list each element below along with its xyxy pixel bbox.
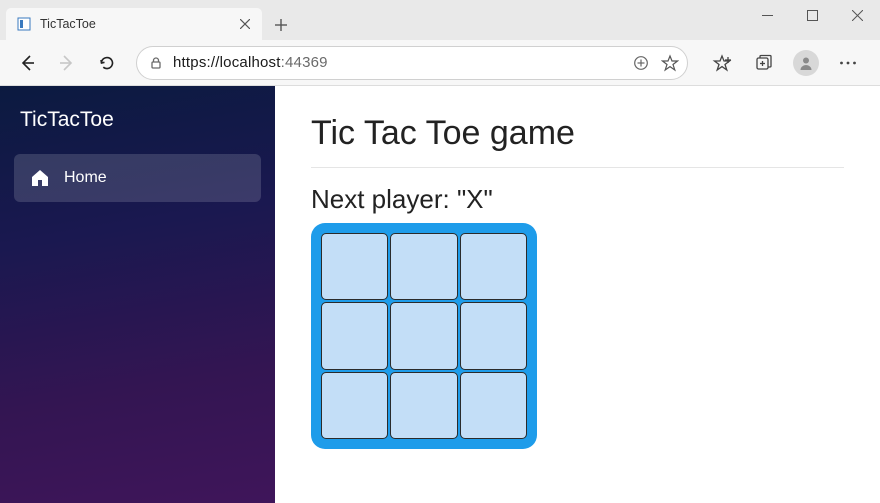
game-board (311, 223, 537, 449)
board-cell-6[interactable] (321, 372, 388, 439)
url-text: https://localhost:44369 (173, 54, 623, 71)
sidebar-item-label: Home (64, 169, 107, 187)
favorite-star-icon[interactable] (661, 54, 679, 72)
window-controls (745, 0, 880, 30)
board-cell-1[interactable] (390, 233, 457, 300)
tab-title: TicTacToe (40, 17, 230, 31)
game-status: Next player: "X" (311, 184, 844, 215)
page-heading: Tic Tac Toe game (311, 114, 844, 153)
board-cell-3[interactable] (321, 302, 388, 369)
board-cell-7[interactable] (390, 372, 457, 439)
favorites-button[interactable] (702, 45, 742, 81)
url-port: :44369 (281, 54, 328, 71)
tab-favicon (16, 16, 32, 32)
board-cell-4[interactable] (390, 302, 457, 369)
zoom-indicator-icon[interactable] (633, 55, 649, 71)
board-cell-2[interactable] (460, 233, 527, 300)
more-menu-button[interactable] (828, 45, 868, 81)
forward-button[interactable] (48, 45, 86, 81)
collections-button[interactable] (744, 45, 784, 81)
window-maximize-button[interactable] (790, 0, 835, 30)
browser-chrome: TicTacToe https://localhost:44369 (0, 0, 880, 86)
brand-title[interactable]: TicTacToe (14, 104, 261, 154)
divider (311, 167, 844, 168)
main-content: Tic Tac Toe game Next player: "X" (275, 86, 880, 503)
refresh-button[interactable] (88, 45, 126, 81)
lock-icon (149, 56, 163, 70)
window-close-button[interactable] (835, 0, 880, 30)
sidebar: TicTacToe Home (0, 86, 275, 503)
url-host: https://localhost (173, 54, 281, 71)
new-tab-button[interactable] (266, 10, 296, 40)
avatar-icon (793, 50, 819, 76)
tab-close-button[interactable] (238, 17, 252, 31)
board-cell-0[interactable] (321, 233, 388, 300)
toolbar-right (698, 45, 872, 81)
sidebar-item-home[interactable]: Home (14, 154, 261, 202)
address-bar[interactable]: https://localhost:44369 (136, 46, 688, 80)
board-cell-5[interactable] (460, 302, 527, 369)
browser-toolbar: https://localhost:44369 (0, 40, 880, 86)
page: TicTacToe Home Tic Tac Toe game Next pla… (0, 86, 880, 503)
board-cell-8[interactable] (460, 372, 527, 439)
browser-tab[interactable]: TicTacToe (6, 8, 262, 40)
profile-button[interactable] (786, 45, 826, 81)
home-icon (30, 169, 50, 187)
window-minimize-button[interactable] (745, 0, 790, 30)
back-button[interactable] (8, 45, 46, 81)
